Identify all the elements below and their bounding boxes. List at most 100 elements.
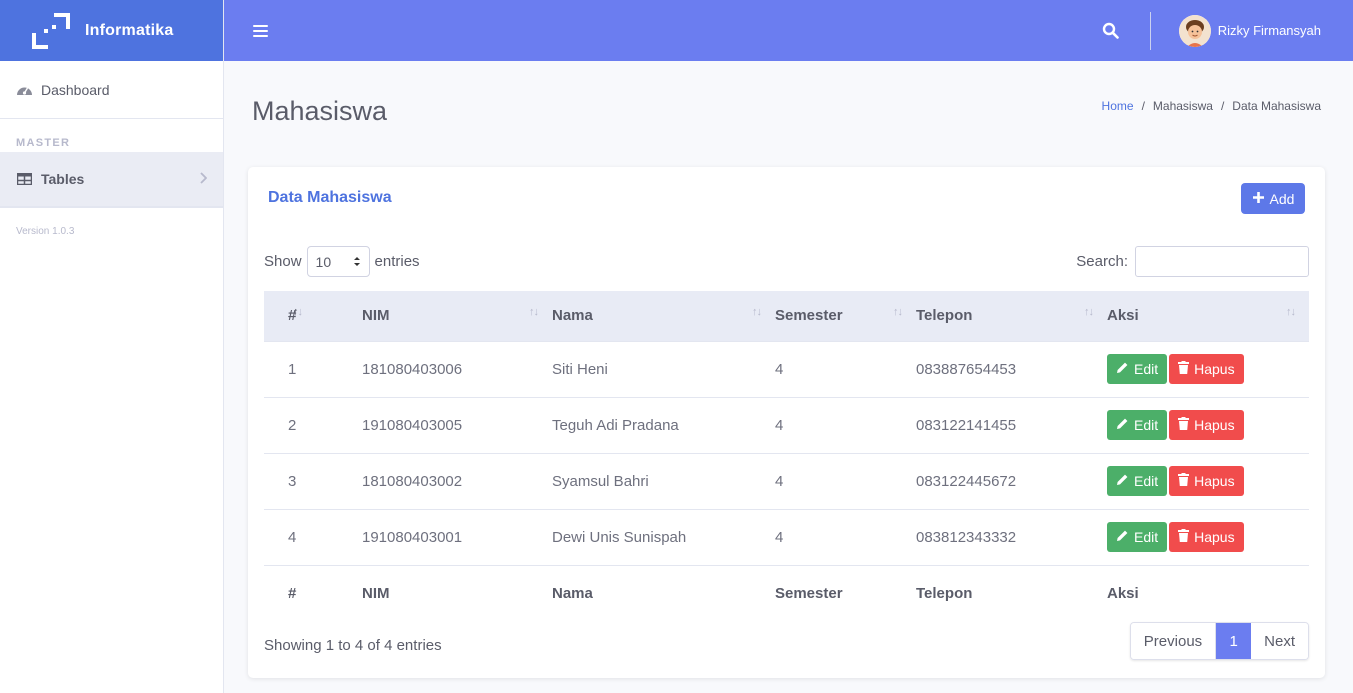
cell-telepon: 083122141455 xyxy=(916,396,1107,453)
table-icon xyxy=(16,172,33,186)
delete-button-label: Hapus xyxy=(1194,417,1235,433)
delete-button[interactable]: Hapus xyxy=(1169,410,1244,440)
data-card: Data Mahasiswa Add Show 10 entries Searc… xyxy=(248,167,1325,678)
breadcrumb-separator: / xyxy=(1220,99,1225,113)
sort-icon: ↑↓ xyxy=(893,306,903,318)
delete-button[interactable]: Hapus xyxy=(1169,354,1244,384)
sidebar-heading: MASTER xyxy=(16,137,71,149)
add-button[interactable]: Add xyxy=(1241,183,1305,214)
cell-aksi: Edit Hapus xyxy=(1107,508,1309,565)
search-label: Search: xyxy=(1076,253,1128,270)
pencil-icon xyxy=(1116,417,1129,433)
edit-button-label: Edit xyxy=(1134,529,1159,545)
delete-button[interactable]: Hapus xyxy=(1169,466,1244,496)
data-table: # ↑↓ NIM ↑↓ Nama ↑↓ Semester ↑↓ Telepon ↑↓ Ak… xyxy=(264,291,1309,621)
user-menu[interactable]: Rizky Firmansyah xyxy=(1178,14,1321,47)
chevron-right-icon xyxy=(199,171,208,187)
footer-col-nama: Nama xyxy=(552,564,775,621)
table-row: 4 191080403001 Dewi Unis Sunispah 4 0838… xyxy=(264,508,1309,565)
show-label: Show xyxy=(264,253,302,270)
column-header-no[interactable]: # ↑↓ xyxy=(264,291,362,341)
length-control: Show 10 entries xyxy=(264,246,420,277)
table-footer-row: # NIM Nama Semester Telepon Aksi xyxy=(264,564,1309,621)
cell-aksi: Edit Hapus xyxy=(1107,396,1309,453)
cell-semester: 4 xyxy=(775,340,916,397)
menu-toggle-icon[interactable] xyxy=(253,24,268,37)
table-row: 2 191080403005 Teguh Adi Pradana 4 08312… xyxy=(264,396,1309,453)
sidebar-item-dashboard[interactable]: Dashboard xyxy=(0,61,223,119)
entries-select[interactable]: 10 xyxy=(306,246,370,277)
topbar-divider xyxy=(1149,11,1151,50)
edit-button[interactable]: Edit xyxy=(1107,466,1168,496)
column-header-nama[interactable]: Nama ↑↓ xyxy=(552,291,775,341)
delete-button[interactable]: Hapus xyxy=(1169,522,1244,552)
sort-icon: ↑↓ xyxy=(293,306,303,318)
pencil-icon xyxy=(1116,361,1129,377)
footer-col-semester: Semester xyxy=(775,564,916,621)
breadcrumb-item: Mahasiswa xyxy=(1152,99,1213,113)
pencil-icon xyxy=(1116,529,1129,545)
add-button-label: Add xyxy=(1269,190,1295,207)
table-header-row: # ↑↓ NIM ↑↓ Nama ↑↓ Semester ↑↓ Telepon ↑↓ Ak… xyxy=(264,291,1309,341)
sidebar-brand[interactable]: Informatika xyxy=(0,0,223,61)
sidebar-item-tables[interactable]: Tables xyxy=(0,152,223,208)
version-text: Version 1.0.3 xyxy=(16,226,75,237)
pencil-icon xyxy=(1116,473,1129,489)
column-header-semester[interactable]: Semester ↑↓ xyxy=(775,291,916,341)
select-arrows-icon xyxy=(353,254,361,270)
pagination: Previous 1 Next xyxy=(1129,622,1309,660)
sort-icon: ↑↓ xyxy=(752,306,762,318)
cell-nim: 191080403005 xyxy=(362,396,552,453)
search-icon[interactable] xyxy=(1096,16,1126,46)
sidebar-item-label: Dashboard xyxy=(41,81,110,98)
trash-icon xyxy=(1178,361,1190,377)
brand-logo-icon xyxy=(32,12,70,49)
column-header-nim[interactable]: NIM ↑↓ xyxy=(362,291,552,341)
pagination-previous[interactable]: Previous xyxy=(1130,623,1217,659)
footer-col-nim: NIM xyxy=(362,564,552,621)
edit-button[interactable]: Edit xyxy=(1107,410,1168,440)
cell-nama: Teguh Adi Pradana xyxy=(552,396,775,453)
footer-col-no: # xyxy=(264,564,362,621)
card-title: Data Mahasiswa xyxy=(268,189,392,206)
sidebar-item-label: Tables xyxy=(41,171,85,187)
cell-telepon: 083122445672 xyxy=(916,452,1107,509)
avatar xyxy=(1178,14,1211,47)
page-title: Mahasiswa xyxy=(252,96,388,126)
user-name: Rizky Firmansyah xyxy=(1217,23,1321,38)
entries-select-value: 10 xyxy=(315,253,332,270)
entries-label: entries xyxy=(374,253,420,270)
edit-button-label: Edit xyxy=(1134,361,1159,377)
cell-nim: 181080403006 xyxy=(362,340,552,397)
column-header-telepon[interactable]: Telepon ↑↓ xyxy=(916,291,1107,341)
sort-icon: ↑↓ xyxy=(1286,306,1296,318)
cell-no: 1 xyxy=(264,340,362,397)
search-input[interactable] xyxy=(1135,246,1309,277)
footer-col-aksi: Aksi xyxy=(1107,564,1309,621)
sort-icon: ↑↓ xyxy=(1084,306,1094,318)
cell-aksi: Edit Hapus xyxy=(1107,452,1309,509)
table-info: Showing 1 to 4 of 4 entries xyxy=(264,637,442,654)
breadcrumb-home-link[interactable]: Home xyxy=(1102,99,1134,113)
trash-icon xyxy=(1178,417,1190,433)
column-header-aksi[interactable]: Aksi ↑↓ xyxy=(1107,291,1309,341)
edit-button[interactable]: Edit xyxy=(1107,354,1168,384)
cell-nama: Siti Heni xyxy=(552,340,775,397)
cell-nama: Dewi Unis Sunispah xyxy=(552,508,775,565)
edit-button[interactable]: Edit xyxy=(1107,522,1168,552)
pagination-next[interactable]: Next xyxy=(1251,623,1308,659)
pagination-page[interactable]: 1 xyxy=(1216,623,1252,659)
cell-no: 3 xyxy=(264,452,362,509)
breadcrumb: Home / Mahasiswa / Data Mahasiswa xyxy=(1102,99,1321,113)
cell-semester: 4 xyxy=(775,508,916,565)
sort-icon: ↑↓ xyxy=(529,306,539,318)
sidebar: Informatika Dashboard MASTER Tables Vers… xyxy=(0,0,224,693)
trash-icon xyxy=(1178,529,1190,545)
footer-col-telepon: Telepon xyxy=(916,564,1107,621)
table-row: 1 181080403006 Siti Heni 4 083887654453 … xyxy=(264,340,1309,397)
breadcrumb-separator: / xyxy=(1141,99,1145,113)
cell-telepon: 083887654453 xyxy=(916,340,1107,397)
edit-button-label: Edit xyxy=(1134,473,1159,489)
cell-semester: 4 xyxy=(775,396,916,453)
cell-no: 2 xyxy=(264,396,362,453)
